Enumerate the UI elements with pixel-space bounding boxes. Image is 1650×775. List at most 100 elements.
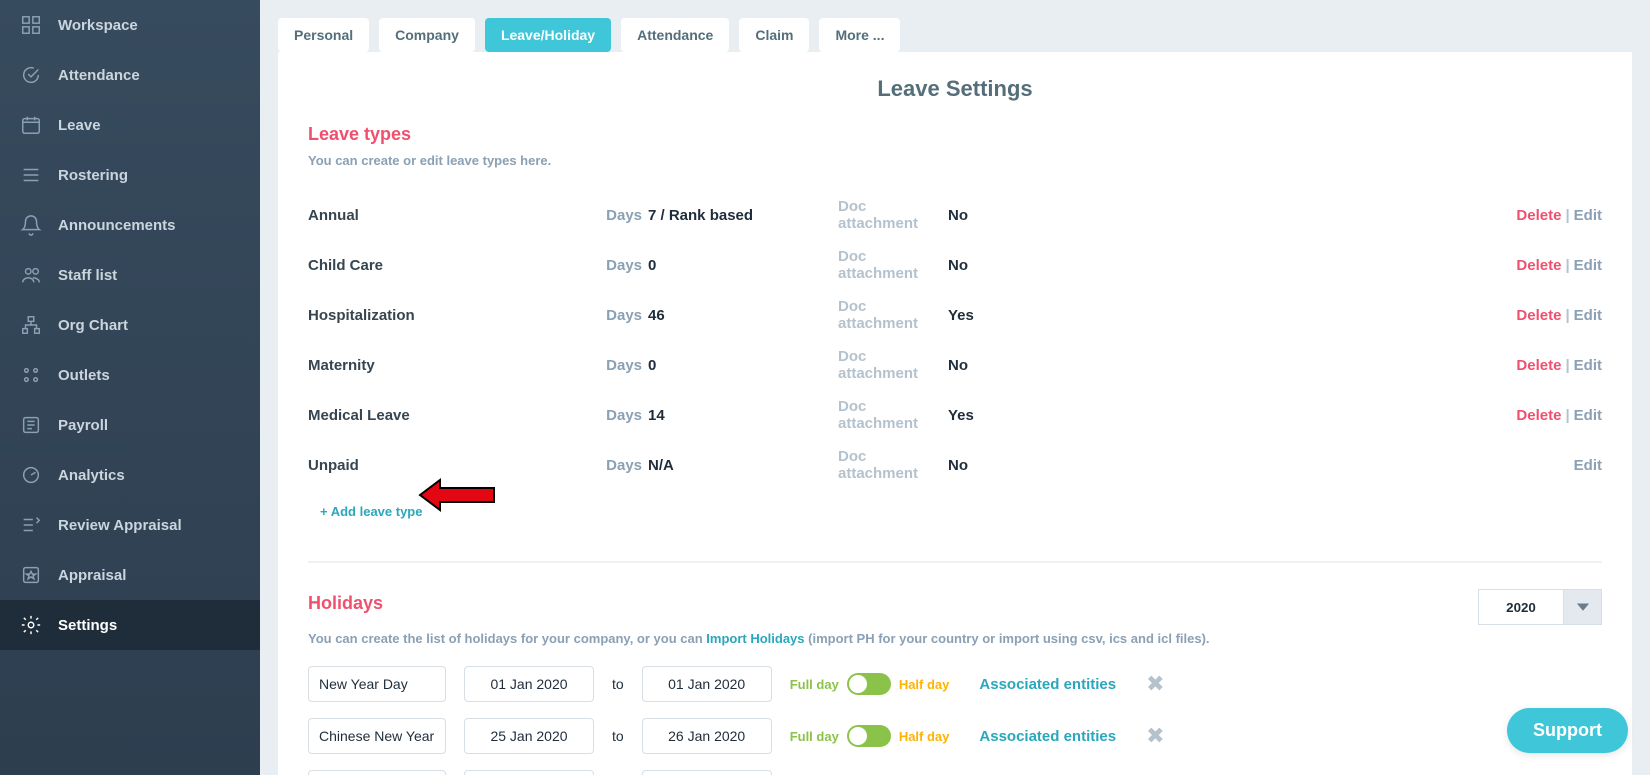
- holiday-row: to Full dayHalf day Associated entities ✖: [308, 666, 1602, 702]
- days-label: Days: [598, 357, 648, 374]
- main-content: Personal Company Leave/Holiday Attendanc…: [260, 0, 1650, 775]
- sidebar-item-label: Appraisal: [58, 567, 126, 584]
- tab-more[interactable]: More ...: [819, 18, 900, 52]
- holiday-name-input[interactable]: [308, 770, 446, 775]
- associated-entities-link[interactable]: Associated entities: [979, 676, 1116, 693]
- arrow-annotation-icon: [418, 476, 498, 519]
- days-label: Days: [598, 207, 648, 224]
- panel: Leave Settings Leave types You can creat…: [278, 52, 1632, 775]
- holiday-to-date[interactable]: [642, 666, 772, 702]
- tabs: Personal Company Leave/Holiday Attendanc…: [278, 0, 1632, 52]
- import-holidays-link[interactable]: Import Holidays: [706, 631, 804, 646]
- days-label: Days: [598, 257, 648, 274]
- sidebar-item-label: Outlets: [58, 367, 110, 384]
- delete-holiday-icon[interactable]: ✖: [1146, 671, 1164, 697]
- holiday-to-date[interactable]: [642, 718, 772, 754]
- sidebar-item-rostering[interactable]: Rostering: [0, 150, 260, 200]
- half-day-label: Half day: [899, 677, 950, 692]
- delete-link[interactable]: Delete: [1516, 207, 1561, 224]
- delete-holiday-icon[interactable]: ✖: [1146, 723, 1164, 749]
- sidebar-item-staff-list[interactable]: Staff list: [0, 250, 260, 300]
- delete-link[interactable]: Delete: [1516, 357, 1561, 374]
- tab-company[interactable]: Company: [379, 18, 475, 52]
- sidebar-item-org-chart[interactable]: Org Chart: [0, 300, 260, 350]
- leave-type-actions: Delete|Edit: [1516, 357, 1602, 374]
- full-day-label: Full day: [790, 729, 839, 744]
- divider: [308, 561, 1602, 563]
- days-label: Days: [598, 307, 648, 324]
- delete-link[interactable]: Delete: [1516, 407, 1561, 424]
- support-button[interactable]: Support: [1507, 708, 1628, 753]
- leave-type-row: MaternityDays0Doc attachmentNoDelete|Edi…: [308, 340, 1602, 390]
- gear-icon: [20, 614, 42, 636]
- leave-type-days: 14: [648, 407, 838, 424]
- tab-personal[interactable]: Personal: [278, 18, 369, 52]
- sidebar-item-label: Payroll: [58, 417, 108, 434]
- leave-type-actions: Delete|Edit: [1516, 257, 1602, 274]
- review-icon: [20, 514, 42, 536]
- doc-label: Doc attachment: [838, 398, 948, 432]
- full-half-toggle: Full dayHalf day: [790, 673, 950, 695]
- edit-link[interactable]: Edit: [1574, 207, 1602, 224]
- day-type-toggle[interactable]: [847, 725, 891, 747]
- holiday-from-date[interactable]: [464, 666, 594, 702]
- leave-type-doc: Yes: [948, 407, 1178, 424]
- doc-label: Doc attachment: [838, 348, 948, 382]
- holidays-header: Holidays: [308, 593, 383, 614]
- tab-leave-holiday[interactable]: Leave/Holiday: [485, 18, 611, 52]
- year-select: [1478, 589, 1602, 625]
- sidebar-item-label: Rostering: [58, 167, 128, 184]
- days-label: Days: [598, 457, 648, 474]
- edit-link[interactable]: Edit: [1574, 257, 1602, 274]
- half-day-label: Half day: [899, 729, 950, 744]
- leave-type-actions: Delete|Edit: [1516, 407, 1602, 424]
- sidebar-item-appraisal[interactable]: Appraisal: [0, 550, 260, 600]
- sidebar-item-settings[interactable]: Settings: [0, 600, 260, 650]
- sidebar-item-analytics[interactable]: Analytics: [0, 450, 260, 500]
- year-dropdown-button[interactable]: [1564, 589, 1602, 625]
- doc-label: Doc attachment: [838, 448, 948, 482]
- sidebar-item-attendance[interactable]: Attendance: [0, 50, 260, 100]
- edit-link[interactable]: Edit: [1574, 307, 1602, 324]
- edit-link[interactable]: Edit: [1574, 407, 1602, 424]
- analytics-icon: [20, 464, 42, 486]
- sidebar-item-announcements[interactable]: Announcements: [0, 200, 260, 250]
- bell-icon: [20, 214, 42, 236]
- leave-types-subheader: You can create or edit leave types here.: [308, 153, 1602, 168]
- leave-type-name: Child Care: [308, 257, 598, 274]
- edit-link[interactable]: Edit: [1574, 457, 1602, 474]
- delete-link[interactable]: Delete: [1516, 307, 1561, 324]
- sidebar-item-label: Review Appraisal: [58, 517, 182, 534]
- orgchart-icon: [20, 314, 42, 336]
- sidebar: Workspace Attendance Leave Rostering Ann…: [0, 0, 260, 775]
- tab-attendance[interactable]: Attendance: [621, 18, 729, 52]
- leave-types-header: Leave types: [308, 124, 1602, 145]
- holiday-from-date[interactable]: [464, 718, 594, 754]
- associated-entities-link[interactable]: Associated entities: [979, 728, 1116, 745]
- edit-link[interactable]: Edit: [1574, 357, 1602, 374]
- sidebar-item-workspace[interactable]: Workspace: [0, 0, 260, 50]
- sidebar-item-review-appraisal[interactable]: Review Appraisal: [0, 500, 260, 550]
- sidebar-item-label: Staff list: [58, 267, 117, 284]
- sidebar-item-payroll[interactable]: Payroll: [0, 400, 260, 450]
- leave-type-name: Annual: [308, 207, 598, 224]
- holiday-to-date[interactable]: [642, 770, 772, 775]
- payroll-icon: [20, 414, 42, 436]
- page-title: Leave Settings: [308, 76, 1602, 102]
- tab-claim[interactable]: Claim: [739, 18, 809, 52]
- appraisal-icon: [20, 564, 42, 586]
- attendance-icon: [20, 64, 42, 86]
- day-type-toggle[interactable]: [847, 673, 891, 695]
- add-leave-type-link[interactable]: + Add leave type: [320, 504, 422, 519]
- sidebar-item-label: Settings: [58, 617, 117, 634]
- holiday-name-input[interactable]: [308, 718, 446, 754]
- year-input[interactable]: [1478, 589, 1564, 625]
- sidebar-item-leave[interactable]: Leave: [0, 100, 260, 150]
- holiday-from-date[interactable]: [464, 770, 594, 775]
- rostering-icon: [20, 164, 42, 186]
- leave-type-days: 46: [648, 307, 838, 324]
- to-label: to: [612, 676, 624, 692]
- holiday-name-input[interactable]: [308, 666, 446, 702]
- delete-link[interactable]: Delete: [1516, 257, 1561, 274]
- sidebar-item-outlets[interactable]: Outlets: [0, 350, 260, 400]
